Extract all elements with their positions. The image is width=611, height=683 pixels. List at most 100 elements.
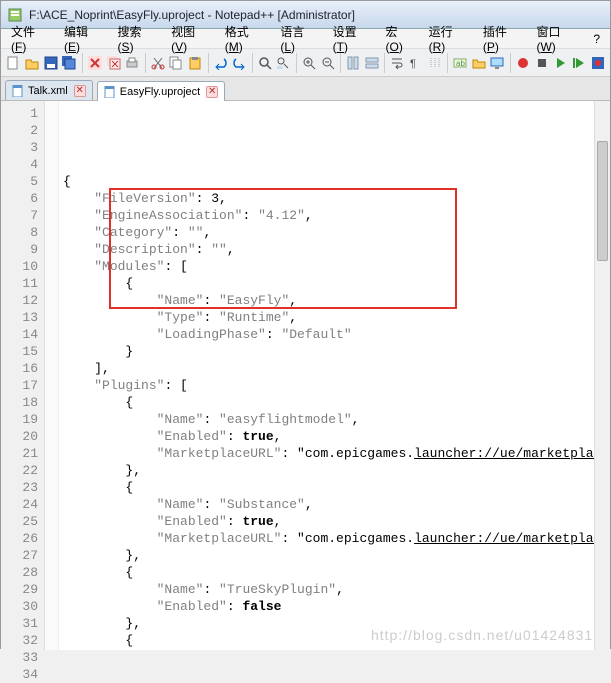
- code-line[interactable]: "Name": "TrueSkyPlugin",: [63, 581, 610, 598]
- menu-P[interactable]: 插件(P): [477, 22, 529, 55]
- code-line[interactable]: "Name": "easyflightmodel",: [63, 411, 610, 428]
- line-number: 1: [1, 105, 38, 122]
- code-line[interactable]: "EngineAssociation": "4.12",: [63, 207, 610, 224]
- code-view[interactable]: http://blog.csdn.net/u014248312 { "FileV…: [59, 101, 610, 650]
- app-icon: [7, 7, 23, 23]
- menu-?[interactable]: ?: [587, 31, 606, 47]
- scrollbar-thumb[interactable]: [597, 141, 608, 261]
- repeat-icon[interactable]: [571, 52, 588, 74]
- new-icon[interactable]: [5, 52, 22, 74]
- code-line[interactable]: {: [63, 632, 610, 649]
- code-line[interactable]: "Name": "Substance",: [63, 496, 610, 513]
- print-icon[interactable]: [124, 52, 141, 74]
- toolbar-separator: [296, 53, 297, 73]
- line-number: 25: [1, 513, 38, 530]
- vertical-scrollbar[interactable]: [594, 101, 610, 650]
- code-line[interactable]: ],: [63, 360, 610, 377]
- close-icon[interactable]: [87, 52, 104, 74]
- line-number: 5: [1, 173, 38, 190]
- save-macro-icon[interactable]: [589, 52, 606, 74]
- toolbar-separator: [447, 53, 448, 73]
- menu-M[interactable]: 格式(M): [219, 22, 273, 55]
- wordwrap-icon[interactable]: [389, 52, 406, 74]
- zoom-in-icon[interactable]: [301, 52, 318, 74]
- tab-EasyFly-uproject[interactable]: EasyFly.uproject✕: [97, 81, 226, 101]
- replace-icon[interactable]: [275, 52, 292, 74]
- code-line[interactable]: {: [63, 394, 610, 411]
- close-all-icon[interactable]: [105, 52, 122, 74]
- open-icon[interactable]: [24, 52, 41, 74]
- menu-O[interactable]: 宏(O): [380, 22, 421, 55]
- code-line[interactable]: "Enabled": true,: [63, 513, 610, 530]
- code-line[interactable]: "LoadingPhase": "Default": [63, 326, 610, 343]
- menu-L[interactable]: 语言(L): [274, 22, 324, 55]
- code-line[interactable]: {: [63, 479, 610, 496]
- sync-v-icon[interactable]: [345, 52, 362, 74]
- line-number: 30: [1, 598, 38, 615]
- save-all-icon[interactable]: [61, 52, 78, 74]
- record-icon[interactable]: [514, 52, 531, 74]
- code-line[interactable]: "Description": "",: [63, 241, 610, 258]
- code-line[interactable]: "Name": "EasyFly",: [63, 292, 610, 309]
- zoom-out-icon[interactable]: [319, 52, 336, 74]
- copy-icon[interactable]: [168, 52, 185, 74]
- code-line[interactable]: },: [63, 547, 610, 564]
- code-line[interactable]: "Name": "GameAnalytics",: [63, 649, 610, 650]
- line-number: 20: [1, 428, 38, 445]
- code-line[interactable]: {: [63, 173, 610, 190]
- code-line[interactable]: "Modules": [: [63, 258, 610, 275]
- paste-icon[interactable]: [187, 52, 204, 74]
- code-line[interactable]: "Type": "Runtime",: [63, 309, 610, 326]
- line-number: 29: [1, 581, 38, 598]
- tab-Talk-xml[interactable]: Talk.xml✕: [5, 80, 93, 100]
- menu-E[interactable]: 编辑(E): [58, 22, 110, 55]
- line-number: 22: [1, 462, 38, 479]
- tab-close-icon[interactable]: ✕: [74, 85, 86, 97]
- menu-R[interactable]: 运行(R): [423, 22, 475, 55]
- tabbar: Talk.xml✕EasyFly.uproject✕: [1, 77, 610, 101]
- code-line[interactable]: "FileVersion": 3,: [63, 190, 610, 207]
- sync-h-icon[interactable]: [363, 52, 380, 74]
- lang-icon[interactable]: ab: [452, 52, 469, 74]
- code-line[interactable]: "Plugins": [: [63, 377, 610, 394]
- line-number: 2: [1, 122, 38, 139]
- line-number: 6: [1, 190, 38, 207]
- undo-icon[interactable]: [212, 52, 229, 74]
- play-icon[interactable]: [552, 52, 569, 74]
- cut-icon[interactable]: [149, 52, 166, 74]
- menu-V[interactable]: 视图(V): [165, 22, 217, 55]
- indent-guide-icon[interactable]: [426, 52, 443, 74]
- monitor-icon[interactable]: [489, 52, 506, 74]
- code-line[interactable]: }: [63, 343, 610, 360]
- find-icon[interactable]: [256, 52, 273, 74]
- line-number: 33: [1, 649, 38, 666]
- fold-margin: [45, 101, 59, 650]
- line-number: 32: [1, 632, 38, 649]
- save-icon[interactable]: [42, 52, 59, 74]
- folder-icon[interactable]: [470, 52, 487, 74]
- line-number: 14: [1, 326, 38, 343]
- menu-T[interactable]: 设置(T): [327, 22, 378, 55]
- code-line[interactable]: },: [63, 462, 610, 479]
- stop-icon[interactable]: [533, 52, 550, 74]
- code-line[interactable]: "Enabled": false: [63, 598, 610, 615]
- redo-icon[interactable]: [231, 52, 248, 74]
- window-title: F:\ACE_Noprint\EasyFly.uproject - Notepa…: [29, 8, 355, 22]
- allchars-icon[interactable]: ¶: [408, 52, 425, 74]
- code-line[interactable]: {: [63, 564, 610, 581]
- tab-close-icon[interactable]: ✕: [206, 86, 218, 98]
- code-line[interactable]: "Enabled": true,: [63, 428, 610, 445]
- code-line[interactable]: "MarketplaceURL": "com.epicgames.launche…: [63, 530, 610, 547]
- line-number: 17: [1, 377, 38, 394]
- menu-W[interactable]: 窗口(W): [530, 22, 585, 55]
- menu-S[interactable]: 搜索(S): [112, 22, 164, 55]
- line-number: 18: [1, 394, 38, 411]
- toolbar-separator: [252, 53, 253, 73]
- menu-F[interactable]: 文件(F): [5, 22, 56, 55]
- code-line[interactable]: },: [63, 615, 610, 632]
- code-line[interactable]: {: [63, 275, 610, 292]
- code-line[interactable]: "Category": "",: [63, 224, 610, 241]
- code-line[interactable]: "MarketplaceURL": "com.epicgames.launche…: [63, 445, 610, 462]
- svg-text:¶: ¶: [410, 58, 416, 70]
- toolbar-separator: [510, 53, 511, 73]
